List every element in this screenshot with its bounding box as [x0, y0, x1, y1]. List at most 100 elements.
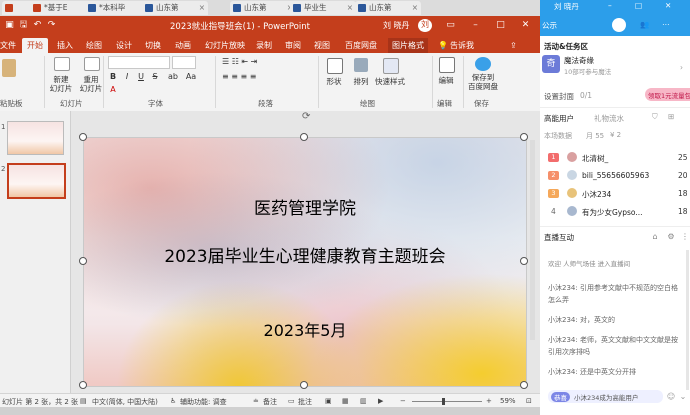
avatar[interactable] — [567, 170, 577, 180]
browser-tab[interactable]: 山东第× — [142, 1, 208, 15]
browser-tab[interactable]: 山东第× — [355, 1, 421, 15]
quick-styles-button[interactable]: 快速样式 — [372, 77, 408, 86]
tab-insert[interactable]: 插入 — [57, 38, 73, 53]
editing-button[interactable]: 编辑 — [434, 76, 458, 85]
chat-settings-icon[interactable]: ⌂ — [650, 232, 660, 242]
rotate-handle-icon[interactable]: ⟳ — [302, 112, 312, 122]
zoom-slider[interactable] — [412, 401, 482, 402]
new-slide-icon[interactable] — [54, 57, 70, 71]
language-indicator[interactable]: 中文(简体, 中国大陆) — [92, 397, 158, 407]
tab-file[interactable]: 文件 — [0, 38, 16, 53]
change-case-button[interactable]: Aa — [184, 72, 198, 81]
spellcheck-icon[interactable]: ▤ — [80, 397, 87, 405]
maximize-icon[interactable]: □ — [495, 20, 506, 31]
slide-thumbnail[interactable] — [7, 163, 66, 199]
tab-transitions[interactable]: 切换 — [145, 38, 161, 53]
slide-subtitle[interactable]: 2023届毕业生心理健康教育主题班会 — [84, 242, 526, 267]
ribbon-display-icon[interactable]: ▭ — [445, 20, 456, 31]
save-icon[interactable]: 🖫 — [18, 20, 29, 31]
grid-icon[interactable]: ⊞ — [668, 112, 674, 121]
italic-button[interactable]: I — [122, 72, 132, 81]
close-icon[interactable]: × — [347, 1, 353, 15]
sorter-view-icon[interactable]: ▦ — [342, 397, 349, 405]
users-icon[interactable]: 👥 — [640, 20, 649, 29]
resize-handle[interactable] — [520, 257, 528, 265]
zoom-in-icon[interactable]: + — [486, 397, 492, 405]
avatar[interactable] — [567, 152, 577, 162]
resize-handle[interactable] — [300, 381, 308, 389]
baidu-cloud-icon[interactable] — [475, 57, 491, 71]
undo-icon[interactable]: ↶ — [32, 20, 43, 31]
tab-animations[interactable]: 动画 — [175, 38, 191, 53]
shape-button[interactable]: 形状 — [322, 77, 346, 86]
user-name[interactable]: 小沐234 — [582, 189, 611, 200]
tab-home[interactable]: 开始 — [22, 38, 48, 53]
user-name[interactable]: 刘 晓丹 — [383, 20, 410, 31]
reading-view-icon[interactable]: ▥ — [360, 397, 367, 405]
tab-gift-log[interactable]: 礼物流水 — [594, 113, 624, 124]
tab-record[interactable]: 录制 — [256, 38, 272, 53]
slide-thumbnail[interactable] — [7, 121, 64, 155]
browser-tab[interactable]: 山东第× — [230, 1, 296, 15]
zoom-level[interactable]: 59% — [500, 397, 516, 405]
avatar[interactable] — [612, 18, 626, 32]
browser-tab[interactable]: 毕业生 × — [290, 1, 356, 15]
quick-styles-icon[interactable] — [383, 58, 399, 74]
vertical-scrollbar[interactable] — [530, 140, 535, 340]
slide-title[interactable]: 医药管理学院 — [84, 194, 526, 219]
paste-icon[interactable] — [2, 59, 16, 77]
resize-handle[interactable] — [520, 133, 528, 141]
close-icon[interactable]: × — [199, 1, 205, 15]
avatar[interactable] — [567, 206, 577, 216]
autosave-icon[interactable]: ▣ — [4, 20, 15, 31]
reuse-slide-button[interactable]: 重用 幻灯片 — [78, 75, 104, 93]
tab-slideshow[interactable]: 幻灯片放映 — [205, 38, 245, 53]
notes-button[interactable]: 备注 — [263, 397, 277, 407]
user-name[interactable]: 有为少女Gypso... — [582, 207, 643, 218]
chevron-down-icon[interactable]: ⌄ — [678, 392, 688, 402]
redo-icon[interactable]: ↷ — [46, 20, 57, 31]
avatar[interactable] — [567, 188, 577, 198]
normal-view-icon[interactable]: ▣ — [325, 397, 332, 405]
claim-button[interactable]: 领取1元流量包 — [645, 88, 690, 101]
resize-handle[interactable] — [300, 133, 308, 141]
close-icon[interactable]: ✕ — [520, 20, 531, 31]
emoji-icon[interactable]: ☺ — [666, 392, 676, 402]
resize-handle[interactable] — [79, 133, 87, 141]
zoom-out-icon[interactable]: − — [400, 397, 406, 405]
save-baidu-button[interactable]: 保存到 百度网盘 — [465, 73, 501, 91]
user-name[interactable]: 北清树_ — [582, 153, 608, 164]
tab-draw[interactable]: 绘图 — [86, 38, 102, 53]
close-icon[interactable]: × — [412, 1, 418, 15]
user-name[interactable]: bili_55656605963 — [582, 171, 649, 180]
share-icon[interactable]: ⇪ — [510, 38, 517, 53]
avatar[interactable]: 刘 — [418, 19, 432, 32]
minimize-icon[interactable]: – — [608, 1, 612, 10]
arrange-icon[interactable] — [354, 58, 368, 72]
minimize-icon[interactable]: – — [470, 20, 481, 31]
reuse-slide-icon[interactable] — [84, 57, 100, 71]
notice-label[interactable]: 公示 — [542, 20, 557, 31]
fit-slide-icon[interactable]: ⊡ — [526, 397, 532, 405]
tab-design[interactable]: 设计 — [116, 38, 132, 53]
shape-icon[interactable] — [327, 58, 343, 74]
tab-high-energy[interactable]: 高能用户 — [544, 113, 574, 124]
bullets-icon[interactable]: ☰ ☷ ⇤ ⇥ — [222, 57, 262, 66]
tab-baidu[interactable]: 百度网盘 — [345, 38, 377, 53]
activity-icon[interactable]: 奇 — [542, 55, 560, 73]
resize-handle[interactable] — [79, 381, 87, 389]
align-icon[interactable]: ≡ ≡ ≡ ≡ — [222, 72, 272, 81]
slide-date[interactable]: 2023年5月 — [84, 317, 526, 341]
cart-icon[interactable]: ⛉ — [652, 112, 658, 122]
slideshow-icon[interactable]: ▶ — [378, 397, 383, 405]
cover-label[interactable]: 设置封面 — [544, 91, 574, 102]
gear-icon[interactable]: ⚙ — [666, 232, 676, 242]
new-slide-button[interactable]: 新建 幻灯片 — [48, 75, 74, 93]
arrange-button[interactable]: 排列 — [349, 77, 373, 86]
char-spacing-button[interactable]: ab — [166, 72, 180, 81]
menu-icon[interactable]: ⋯ — [662, 20, 670, 29]
activity-title[interactable]: 魔法奇缘 — [564, 55, 594, 66]
tab-picture-format[interactable]: 图片格式 — [388, 38, 428, 53]
tab-review[interactable]: 审阅 — [285, 38, 301, 53]
search-icon[interactable] — [439, 57, 455, 73]
